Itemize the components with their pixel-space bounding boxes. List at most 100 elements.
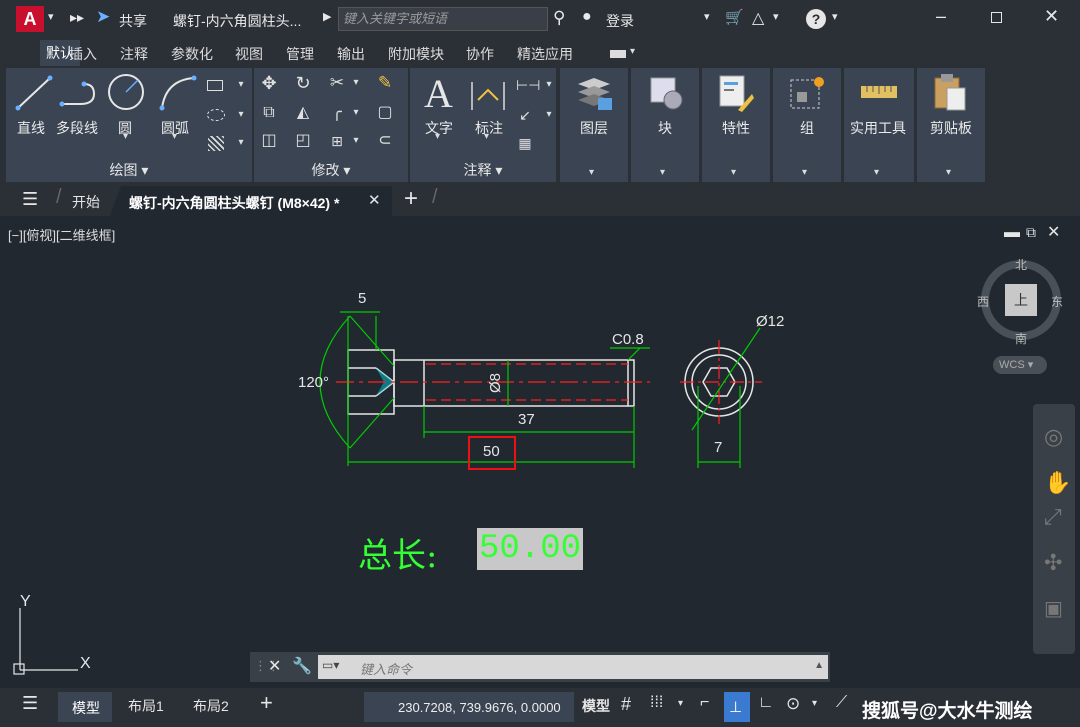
minimize-icon[interactable]: – [936, 6, 946, 27]
fillet-dropdown-icon[interactable]: ▾ [347, 104, 365, 122]
line-button[interactable]: 直线 [17, 118, 45, 138]
polar-tracking-icon[interactable]: ∟ [758, 694, 774, 712]
tab-featured-apps[interactable]: 精选应用 [517, 44, 573, 64]
move-icon[interactable]: ✥ [260, 74, 278, 92]
tab-collaborate[interactable]: 协作 [466, 44, 494, 64]
table-icon[interactable]: ▦ [516, 134, 534, 152]
help-dropdown-icon[interactable]: ▾ [832, 10, 838, 23]
connect-dropdown-icon[interactable]: ▾ [773, 10, 779, 23]
login-button[interactable]: 登录 [606, 11, 634, 31]
text-icon[interactable]: A [424, 70, 453, 117]
dim-text-7[interactable]: 7 [714, 439, 722, 456]
search-icon[interactable]: ⚲ [553, 8, 565, 28]
trim-icon[interactable]: ✂ [328, 74, 346, 92]
groups-panel[interactable]: 组 ▾ [773, 68, 841, 182]
tab-manage[interactable]: 管理 [286, 44, 314, 64]
array-dropdown-icon[interactable]: ▾ [347, 132, 365, 150]
close-tab-icon[interactable]: ✕ [368, 191, 381, 209]
tab-addins[interactable]: 附加模块 [388, 44, 444, 64]
hatch-icon[interactable] [208, 136, 224, 151]
explode-icon[interactable]: ▢ [376, 104, 394, 122]
copy-icon[interactable]: ⧉ [260, 104, 278, 122]
dim-text-37[interactable]: 37 [518, 411, 535, 428]
leader-dropdown-icon[interactable]: ▾ [540, 106, 558, 124]
snap-dropdown-icon[interactable]: ▾ [678, 698, 683, 709]
grid-icon[interactable]: # [621, 694, 631, 715]
dim-text-5[interactable]: 5 [358, 290, 366, 307]
login-dropdown-icon[interactable]: ▾ [704, 10, 710, 23]
rectangle-dropdown-icon[interactable]: ▾ [232, 76, 250, 94]
properties-dropdown-icon[interactable]: ▾ [731, 167, 736, 178]
text-dropdown-icon[interactable]: ▾ [435, 131, 440, 142]
utilities-dropdown-icon[interactable]: ▾ [874, 167, 879, 178]
groups-dropdown-icon[interactable]: ▾ [802, 167, 807, 178]
cart-icon[interactable]: 🛒 [725, 8, 744, 26]
linear-dim-icon[interactable]: ⊢⊣ [516, 76, 540, 94]
block-panel[interactable]: 块 ▾ [631, 68, 699, 182]
array-icon[interactable]: ⊞ [328, 132, 346, 150]
rectangle-icon[interactable] [207, 80, 223, 91]
polyline-icon[interactable] [58, 74, 102, 112]
rotate-icon[interactable]: ↻ [294, 74, 312, 92]
total-length-field[interactable]: 50.00 [477, 528, 584, 570]
trim-dropdown-icon[interactable]: ▾ [347, 74, 365, 92]
tab-annotate[interactable]: 注释 [120, 44, 148, 64]
close-icon[interactable]: ✕ [1044, 6, 1059, 27]
ribbon-minimize-icon[interactable] [610, 50, 626, 58]
ellipse-dropdown-icon[interactable]: ▾ [232, 106, 250, 124]
ellipse-icon[interactable] [207, 109, 225, 121]
tab-parametric[interactable]: 参数化 [171, 44, 213, 64]
dimension-icon[interactable] [470, 76, 506, 112]
circle-icon[interactable] [106, 72, 146, 112]
leader-icon[interactable]: ↙ [516, 106, 534, 124]
dim-text-d8[interactable]: Ø8 [487, 373, 504, 393]
tab-output[interactable]: 输出 [337, 44, 365, 64]
object-snap-tracking-icon[interactable]: ⟋ [836, 694, 847, 712]
dimension-dropdown-icon[interactable]: ▾ [484, 131, 489, 142]
command-history-icon[interactable]: ▭▾ [322, 658, 339, 672]
scale-icon[interactable]: ◰ [294, 132, 312, 150]
modify-panel-title[interactable]: 修改 ▾ [254, 160, 408, 180]
circle-dropdown-icon[interactable]: ▾ [123, 131, 128, 142]
block-dropdown-icon[interactable]: ▾ [660, 167, 665, 178]
annotation-panel-title[interactable]: 注释 ▾ [410, 160, 556, 180]
dim-text-angle[interactable]: 120° [298, 374, 329, 391]
dim-text-chamfer[interactable]: C0.8 [612, 331, 644, 348]
layout-tabs-menu-icon[interactable]: ☰ [22, 693, 38, 714]
tab-view[interactable]: 视图 [235, 44, 263, 64]
share-icon[interactable]: ➤ [96, 7, 110, 27]
line-icon[interactable] [14, 74, 54, 112]
infer-constraints-icon[interactable]: ⌐ [700, 694, 709, 712]
draw-panel-title[interactable]: 绘图 ▾ [6, 160, 252, 180]
tab-start[interactable]: 开始 [72, 192, 100, 212]
arc-dropdown-icon[interactable]: ▾ [172, 131, 177, 142]
command-recent-dropdown-icon[interactable]: ▲ [814, 660, 824, 671]
search-input[interactable]: 键入关键字或短语 [338, 7, 548, 31]
drawing-canvas[interactable]: 5 120° C0.8 37 50 Ø12 7 Ø8 Y X [0, 216, 1080, 688]
coordinates-display[interactable]: 230.7208, 739.9676, 0.0000 [364, 692, 574, 722]
app-menu-chevron-icon[interactable]: ▾ [48, 10, 54, 23]
file-tabs-menu-icon[interactable]: ☰ [22, 189, 38, 210]
snap-icon[interactable]: ⁞⁞⁞ [650, 694, 663, 712]
clipboard-panel[interactable]: 剪贴板 ▾ [917, 68, 985, 182]
utilities-panel[interactable]: 实用工具 ▾ [844, 68, 914, 182]
tab-layout2[interactable]: 布局2 [193, 696, 229, 716]
clipboard-dropdown-icon[interactable]: ▾ [946, 167, 951, 178]
offset-icon[interactable]: ⊂ [376, 132, 394, 150]
new-layout-plus-icon[interactable]: + [260, 690, 273, 716]
isometric-icon[interactable]: ⊙ [786, 694, 800, 714]
arc-icon[interactable] [156, 74, 200, 112]
bolt-shank[interactable] [393, 359, 635, 407]
maximize-icon[interactable] [991, 12, 1002, 23]
mirror-icon[interactable]: ◭ [294, 104, 312, 122]
total-length-label[interactable]: 总长: [358, 528, 437, 577]
dim-text-d12[interactable]: Ø12 [756, 313, 784, 330]
title-expand-icon[interactable]: ▶ [323, 10, 331, 23]
linear-dim-dropdown-icon[interactable]: ▾ [540, 76, 558, 94]
model-space-button[interactable]: 模型 [582, 696, 610, 716]
fillet-icon[interactable]: ╭ [328, 104, 346, 122]
layers-panel[interactable]: 图层 ▾ [560, 68, 628, 182]
dim-text-50[interactable]: 50 [483, 443, 500, 460]
share-button[interactable]: 共享 [119, 11, 147, 31]
properties-panel[interactable]: 特性 ▾ [702, 68, 770, 182]
